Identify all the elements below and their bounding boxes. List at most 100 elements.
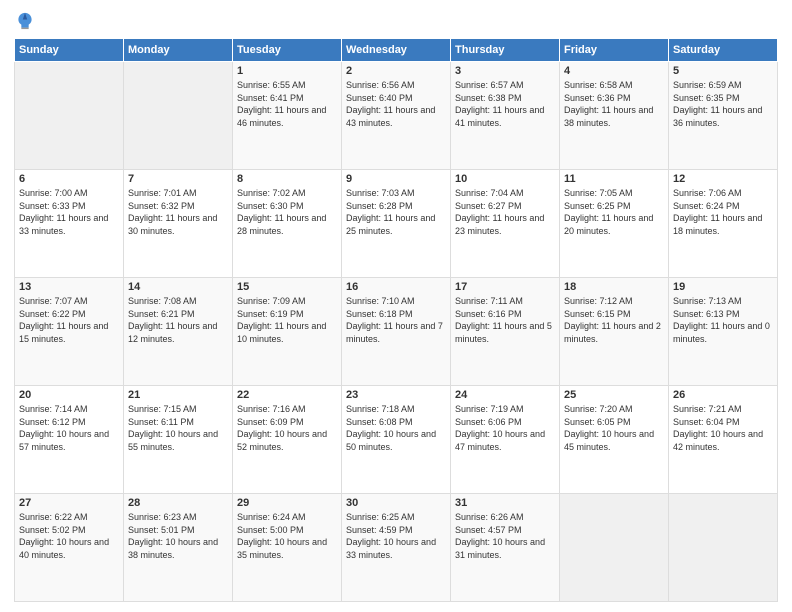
daylight-label: Daylight: (128, 321, 166, 331)
sunset-time: 4:57 PM (488, 525, 522, 535)
daylight-label: Daylight: (19, 537, 57, 547)
calendar-cell (15, 62, 124, 170)
daylight-label: Daylight: (237, 537, 275, 547)
calendar-cell: 8Sunrise: 7:02 AMSunset: 6:30 PMDaylight… (233, 170, 342, 278)
daylight-label: Daylight: (455, 105, 493, 115)
sunrise-label: Sunrise: (673, 404, 709, 414)
daylight-label: Daylight: (128, 537, 166, 547)
sunset-time: 6:30 PM (270, 201, 304, 211)
day-number: 12 (673, 173, 773, 185)
cell-details: Sunrise: 7:03 AMSunset: 6:28 PMDaylight:… (346, 187, 446, 237)
sunset-time: 6:15 PM (597, 309, 631, 319)
daylight-label: Daylight: (128, 213, 166, 223)
sunrise-label: Sunrise: (128, 188, 164, 198)
sunrise-time: 7:08 AM (164, 296, 197, 306)
day-number: 3 (455, 65, 555, 77)
sunrise-label: Sunrise: (237, 80, 273, 90)
daylight-label: Daylight: (673, 429, 711, 439)
calendar-cell: 28Sunrise: 6:23 AMSunset: 5:01 PMDayligh… (124, 494, 233, 602)
sunset-time: 6:13 PM (706, 309, 740, 319)
sunset-label: Sunset: (237, 93, 270, 103)
daylight-label: Daylight: (237, 105, 275, 115)
cell-details: Sunrise: 7:08 AMSunset: 6:21 PMDaylight:… (128, 295, 228, 345)
sunrise-label: Sunrise: (237, 404, 273, 414)
calendar-cell: 26Sunrise: 7:21 AMSunset: 6:04 PMDayligh… (669, 386, 778, 494)
calendar-cell: 1 Sunrise: 6:55 AMSunset: 6:41 PMDaylight… (233, 62, 342, 170)
calendar-table: SundayMondayTuesdayWednesdayThursdayFrid… (14, 38, 778, 602)
sunrise-label: Sunrise: (237, 296, 273, 306)
sunrise-label: Sunrise: (564, 296, 600, 306)
daylight-label: Daylight: (19, 213, 57, 223)
sunrise-time: 6:59 AM (709, 80, 742, 90)
sunrise-time: 6:22 AM (55, 512, 88, 522)
sunrise-time: 7:18 AM (382, 404, 415, 414)
cell-details: Sunrise: 7:09 AMSunset: 6:19 PMDaylight:… (237, 295, 337, 345)
sunset-time: 6:04 PM (706, 417, 740, 427)
cell-details: Sunrise: 6:55 AMSunset: 6:41 PMDaylight:… (237, 79, 337, 129)
cell-details: Sunrise: 7:05 AMSunset: 6:25 PMDaylight:… (564, 187, 664, 237)
sunset-time: 6:32 PM (161, 201, 195, 211)
day-number: 27 (19, 497, 119, 509)
sunrise-time: 7:16 AM (273, 404, 306, 414)
sunrise-time: 7:14 AM (55, 404, 88, 414)
day-number: 31 (455, 497, 555, 509)
sunrise-time: 7:05 AM (600, 188, 633, 198)
calendar-cell: 5Sunrise: 6:59 AMSunset: 6:35 PMDaylight… (669, 62, 778, 170)
sunset-label: Sunset: (346, 525, 379, 535)
sunrise-time: 7:12 AM (600, 296, 633, 306)
sunrise-time: 7:21 AM (709, 404, 742, 414)
cell-details: Sunrise: 6:22 AMSunset: 5:02 PMDaylight:… (19, 511, 119, 561)
sunset-label: Sunset: (564, 93, 597, 103)
header-day: Sunday (15, 39, 124, 62)
sunrise-label: Sunrise: (564, 188, 600, 198)
calendar-cell: 27 Sunrise: 6:22 AMSunset: 5:02 PMDayligh… (15, 494, 124, 602)
day-number: 22 (237, 389, 337, 401)
cell-details: Sunrise: 7:00 AMSunset: 6:33 PMDaylight:… (19, 187, 119, 237)
day-number: 24 (455, 389, 555, 401)
calendar-cell: 3Sunrise: 6:57 AMSunset: 6:38 PMDaylight… (451, 62, 560, 170)
sunrise-time: 7:04 AM (491, 188, 524, 198)
calendar-cell: 4Sunrise: 6:58 AMSunset: 6:36 PMDaylight… (560, 62, 669, 170)
cell-details: Sunrise: 7:16 AMSunset: 6:09 PMDaylight:… (237, 403, 337, 453)
day-number: 25 (564, 389, 664, 401)
calendar-cell (124, 62, 233, 170)
sunset-label: Sunset: (19, 417, 52, 427)
calendar-week: 1 Sunrise: 6:55 AMSunset: 6:41 PMDaylight… (15, 62, 778, 170)
sunrise-label: Sunrise: (237, 188, 273, 198)
sunset-label: Sunset: (673, 93, 706, 103)
calendar-cell: 13Sunrise: 7:07 AMSunset: 6:22 PMDayligh… (15, 278, 124, 386)
day-number: 1 (237, 65, 337, 77)
sunset-time: 6:38 PM (488, 93, 522, 103)
calendar-cell: 2Sunrise: 6:56 AMSunset: 6:40 PMDaylight… (342, 62, 451, 170)
sunset-label: Sunset: (564, 417, 597, 427)
sunrise-label: Sunrise: (673, 296, 709, 306)
sunset-time: 6:35 PM (706, 93, 740, 103)
sunset-time: 6:28 PM (379, 201, 413, 211)
header-day: Tuesday (233, 39, 342, 62)
cell-details: Sunrise: 6:58 AMSunset: 6:36 PMDaylight:… (564, 79, 664, 129)
daylight-label: Daylight: (455, 429, 493, 439)
sunset-time: 6:08 PM (379, 417, 413, 427)
sunrise-time: 7:07 AM (55, 296, 88, 306)
day-number: 29 (237, 497, 337, 509)
sunrise-time: 7:06 AM (709, 188, 742, 198)
sunrise-time: 7:10 AM (382, 296, 415, 306)
sunset-time: 6:21 PM (161, 309, 195, 319)
sunset-label: Sunset: (346, 93, 379, 103)
sunset-time: 6:05 PM (597, 417, 631, 427)
sunrise-label: Sunrise: (19, 188, 55, 198)
calendar-cell: 7Sunrise: 7:01 AMSunset: 6:32 PMDaylight… (124, 170, 233, 278)
header-day: Friday (560, 39, 669, 62)
sunrise-label: Sunrise: (128, 296, 164, 306)
calendar-cell: 17Sunrise: 7:11 AMSunset: 6:16 PMDayligh… (451, 278, 560, 386)
cell-details: Sunrise: 7:18 AMSunset: 6:08 PMDaylight:… (346, 403, 446, 453)
cell-details: Sunrise: 6:59 AMSunset: 6:35 PMDaylight:… (673, 79, 773, 129)
sunset-label: Sunset: (237, 309, 270, 319)
sunset-label: Sunset: (455, 201, 488, 211)
sunrise-label: Sunrise: (128, 404, 164, 414)
sunrise-time: 7:01 AM (164, 188, 197, 198)
sunset-time: 4:59 PM (379, 525, 413, 535)
sunrise-time: 7:00 AM (55, 188, 88, 198)
calendar-cell: 21Sunrise: 7:15 AMSunset: 6:11 PMDayligh… (124, 386, 233, 494)
calendar-cell: 15Sunrise: 7:09 AMSunset: 6:19 PMDayligh… (233, 278, 342, 386)
